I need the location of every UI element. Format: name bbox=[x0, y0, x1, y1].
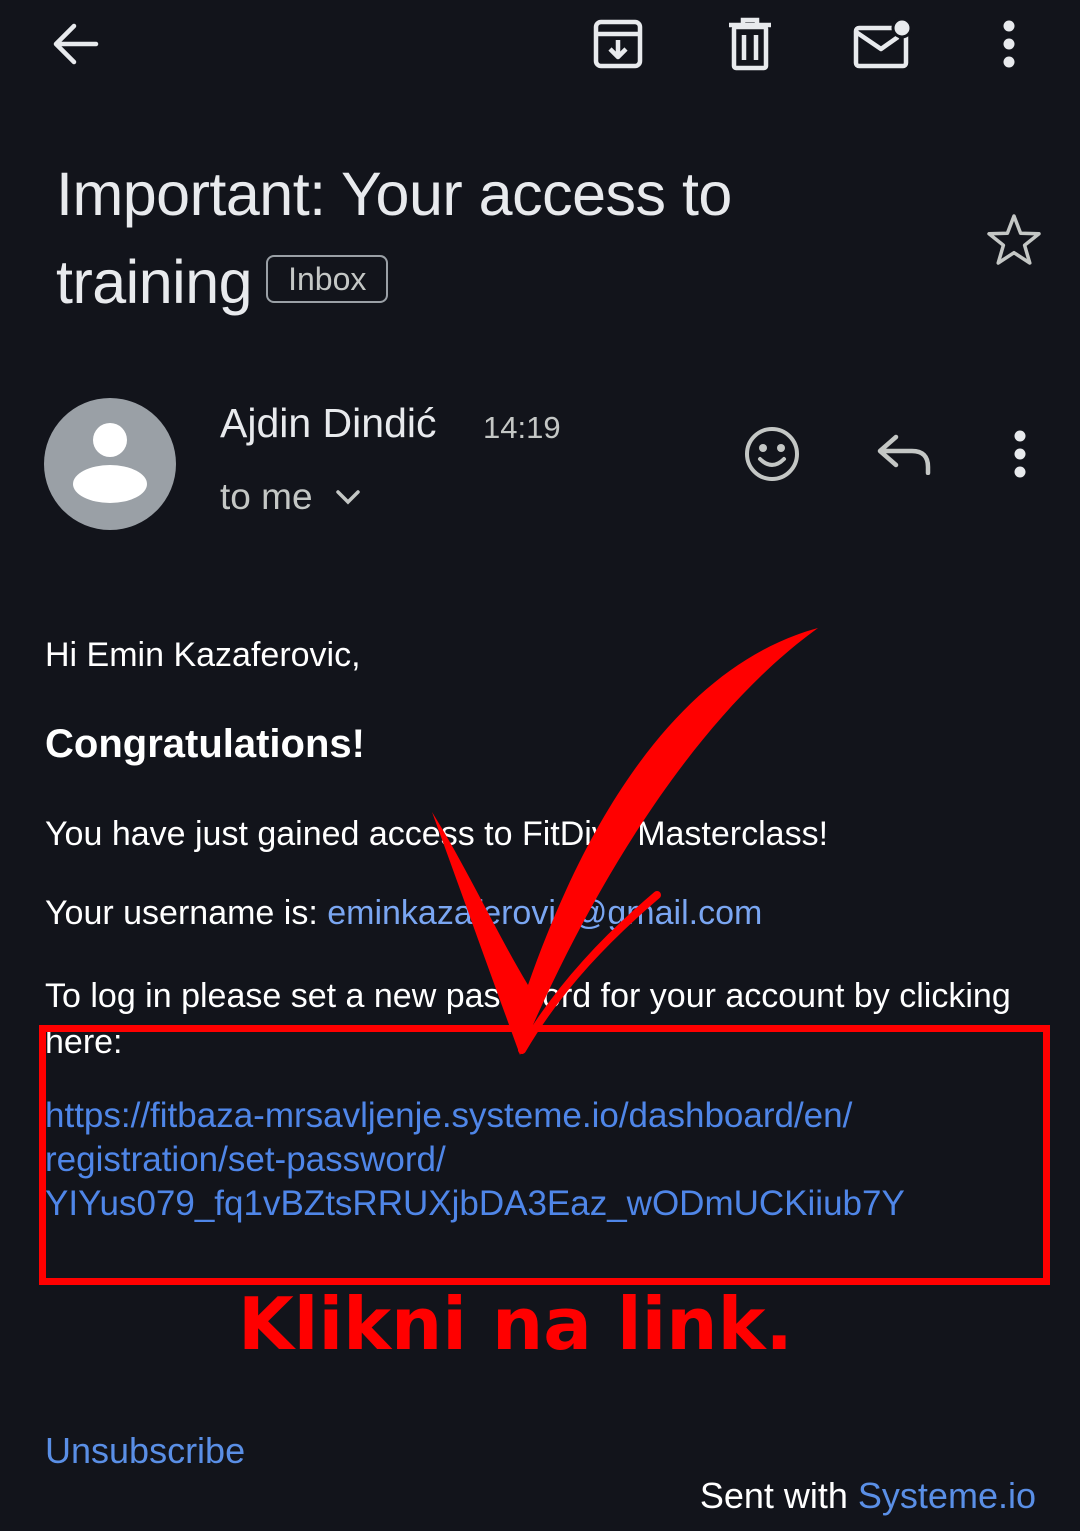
username-prefix: Your username is: bbox=[45, 894, 328, 932]
delete-button[interactable] bbox=[714, 10, 786, 78]
inbox-label-chip[interactable]: Inbox bbox=[266, 254, 389, 303]
username-email-link[interactable]: eminkazaferovic@gmail.com bbox=[327, 894, 762, 932]
star-button[interactable] bbox=[980, 206, 1048, 274]
avatar[interactable] bbox=[44, 398, 176, 530]
more-options-button[interactable] bbox=[984, 10, 1034, 78]
sent-with-prefix: Sent with bbox=[699, 1475, 858, 1516]
mark-unread-button[interactable] bbox=[846, 10, 918, 78]
sent-with-footer: Sent with Systeme.io bbox=[700, 1475, 1036, 1517]
annotation-instruction: Klikni na link. bbox=[238, 1282, 793, 1366]
mark-unread-icon bbox=[853, 18, 912, 69]
add-reaction-button[interactable] bbox=[736, 418, 808, 490]
message-more-button[interactable] bbox=[998, 418, 1042, 490]
archive-button[interactable] bbox=[582, 10, 654, 78]
username-line: Your username is: eminkazaferovic@gmail.… bbox=[45, 894, 762, 933]
link-line: registration/set-password/ bbox=[45, 1140, 446, 1179]
trash-icon bbox=[729, 17, 771, 71]
greeting: Hi Emin Kazaferovic, bbox=[45, 636, 361, 674]
subject-text: Important: Your access to training bbox=[56, 160, 732, 316]
sender-name: Ajdin Dindić bbox=[220, 400, 437, 446]
emoji-react-icon bbox=[745, 427, 799, 481]
chevron-down-icon bbox=[335, 490, 360, 505]
person-avatar-icon bbox=[73, 423, 147, 503]
reply-icon bbox=[877, 434, 931, 475]
back-button[interactable] bbox=[40, 14, 112, 74]
link-line: https://fitbaza-mrsavljenje.systeme.io/d… bbox=[45, 1096, 853, 1135]
unsubscribe-link[interactable]: Unsubscribe bbox=[45, 1430, 245, 1472]
arrow-left-icon bbox=[53, 23, 99, 65]
more-vertical-icon bbox=[1014, 430, 1026, 478]
recipient-label: to me bbox=[220, 476, 313, 517]
link-line: YIYus079_fq1vBZtsRRUXjbDA3Eaz_wODmUCKiiu… bbox=[45, 1184, 905, 1223]
systeme-io-link[interactable]: Systeme.io bbox=[858, 1475, 1036, 1516]
sent-time: 14:19 bbox=[483, 410, 561, 445]
congratulations-heading: Congratulations! bbox=[45, 722, 365, 766]
password-instructions: To log in please set a new password for … bbox=[45, 977, 1011, 1061]
access-message: You have just gained access to FitDiva M… bbox=[45, 815, 829, 853]
reply-button[interactable] bbox=[868, 418, 940, 490]
star-outline-icon bbox=[987, 214, 1041, 265]
email-subject: Important: Your access to training Inbox bbox=[56, 150, 936, 326]
more-vertical-icon bbox=[1003, 20, 1015, 68]
archive-icon bbox=[593, 19, 643, 69]
set-password-link[interactable]: https://fitbaza-mrsavljenje.systeme.io/d… bbox=[45, 1094, 1005, 1226]
recipient-details-toggle[interactable]: to me bbox=[220, 476, 361, 518]
